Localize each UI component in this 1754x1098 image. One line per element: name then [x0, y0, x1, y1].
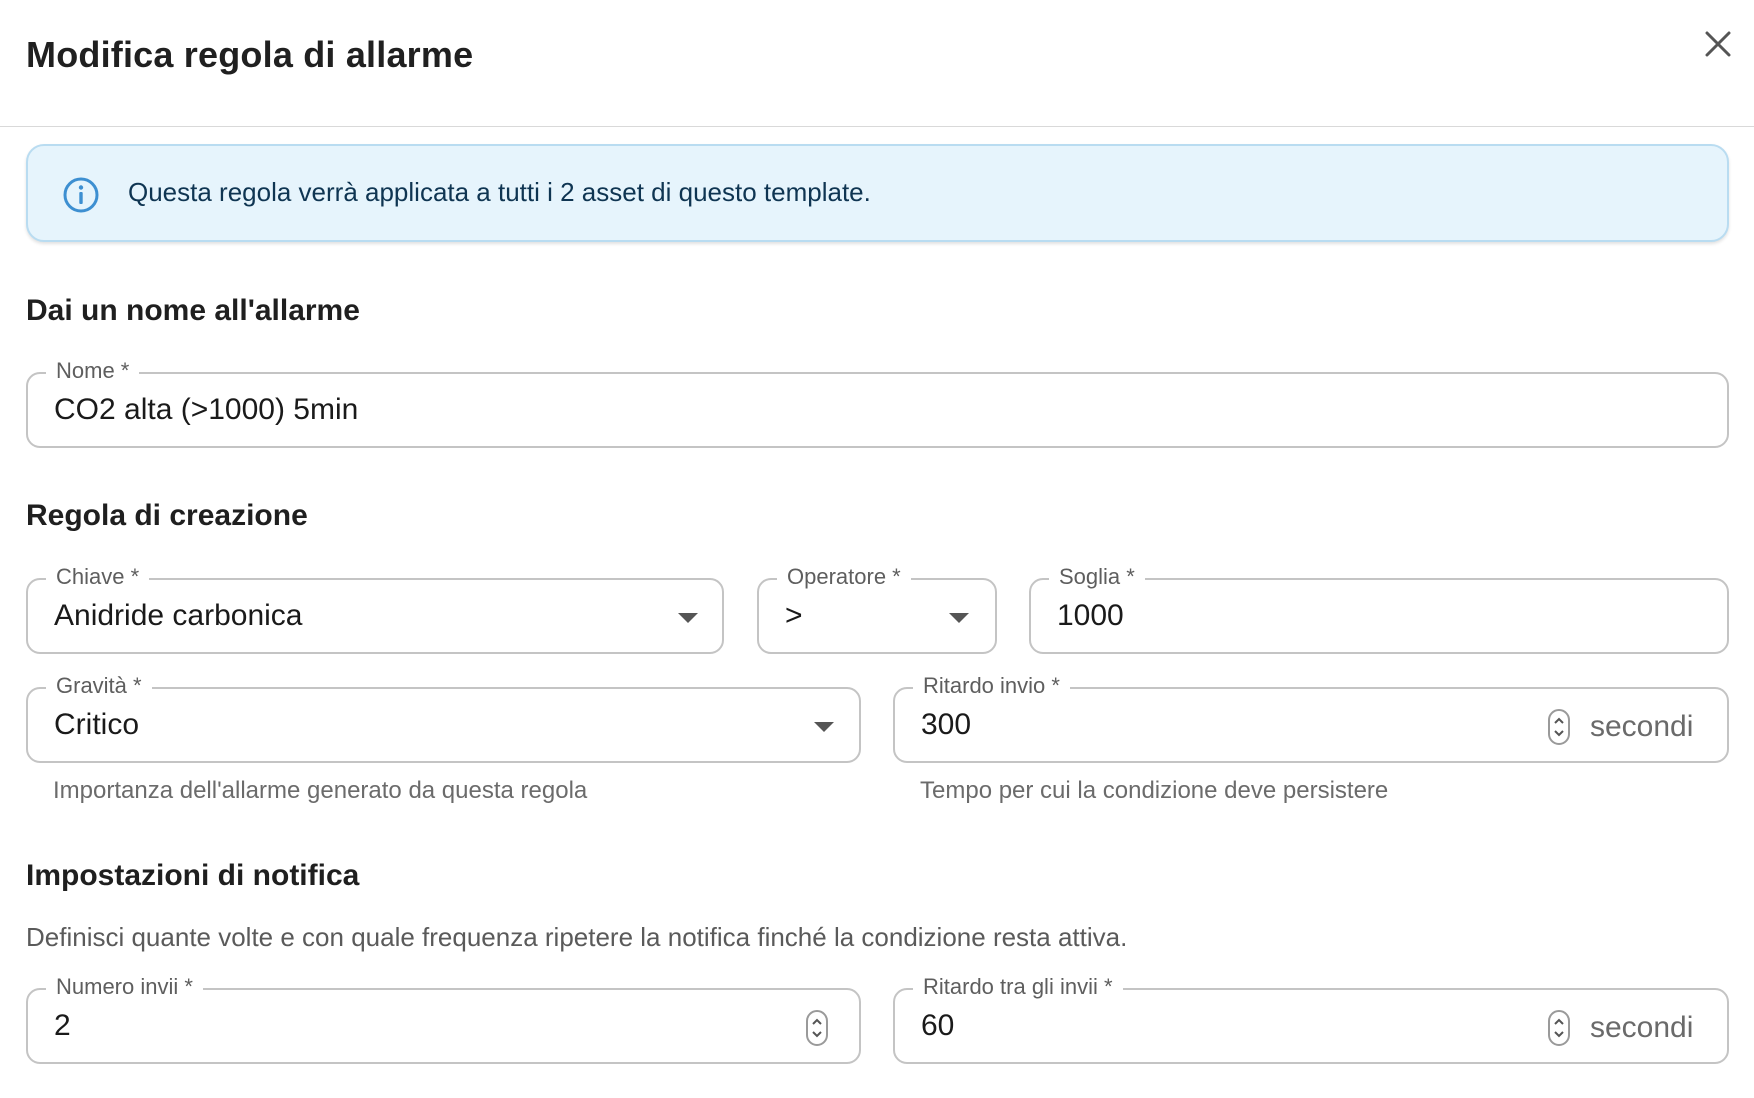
- soglia-input[interactable]: 1000: [1057, 599, 1124, 633]
- ritardo-invio-field[interactable]: Ritardo invio * 300 secondi: [893, 671, 1729, 763]
- soglia-field[interactable]: Soglia * 1000: [1029, 562, 1729, 654]
- gravita-value: Critico: [54, 708, 140, 741]
- chevron-down-icon[interactable]: [678, 613, 698, 623]
- nome-input[interactable]: CO2 alta (>1000) 5min: [54, 393, 358, 427]
- nome-field[interactable]: Nome * CO2 alta (>1000) 5min: [26, 356, 1729, 448]
- operatore-label: Operatore *: [777, 562, 911, 592]
- numero-invii-label: Numero invii *: [46, 972, 203, 1002]
- section-title-name: Dai un nome all'allarme: [26, 294, 360, 327]
- ritardo-invio-label: Ritardo invio *: [913, 671, 1070, 701]
- ritardo-tra-invii-input[interactable]: 60: [921, 1009, 954, 1043]
- soglia-label: Soglia *: [1049, 562, 1145, 592]
- ritardo-tra-invii-field[interactable]: Ritardo tra gli invii * 60 secondi: [893, 972, 1729, 1064]
- operatore-value: >: [785, 599, 803, 632]
- section-title-notify: Impostazioni di notifica: [26, 859, 360, 892]
- operatore-select[interactable]: Operatore * >: [757, 562, 997, 654]
- ritardo-tra-invii-suffix: secondi: [1590, 1011, 1694, 1044]
- stepper-icon[interactable]: [1548, 709, 1570, 745]
- stepper-icon[interactable]: [806, 1010, 828, 1046]
- chevron-down-icon[interactable]: [814, 722, 834, 732]
- dialog-title: Modifica regola di allarme: [26, 34, 474, 75]
- numero-invii-input[interactable]: 2: [54, 1009, 71, 1043]
- ritardo-invio-suffix: secondi: [1590, 710, 1694, 743]
- chiave-value: Anidride carbonica: [54, 599, 303, 632]
- notify-description: Definisci quante volte e con quale frequ…: [26, 922, 1128, 952]
- nome-label: Nome *: [46, 356, 140, 386]
- gravita-label: Gravità *: [46, 671, 152, 701]
- close-button[interactable]: [1698, 24, 1738, 64]
- chevron-down-icon[interactable]: [949, 613, 969, 623]
- gravita-select[interactable]: Gravità * Critico: [26, 671, 861, 763]
- ritardo-invio-helper: Tempo per cui la condizione deve persist…: [920, 777, 1389, 804]
- chiave-label: Chiave *: [46, 562, 150, 592]
- info-icon: [63, 177, 99, 213]
- chiave-select[interactable]: Chiave * Anidride carbonica: [26, 562, 724, 654]
- info-text: Questa regola verrà applicata a tutti i …: [128, 177, 871, 207]
- close-icon: [1705, 31, 1731, 57]
- ritardo-invio-input[interactable]: 300: [921, 708, 971, 742]
- gravita-helper: Importanza dell'allarme generato da ques…: [53, 777, 588, 804]
- info-banner: Questa regola verrà applicata a tutti i …: [26, 144, 1729, 242]
- dialog-header: Modifica regola di allarme: [0, 0, 1754, 127]
- numero-invii-field[interactable]: Numero invii * 2: [26, 972, 861, 1064]
- ritardo-tra-invii-label: Ritardo tra gli invii *: [913, 972, 1123, 1002]
- section-title-rule: Regola di creazione: [26, 499, 308, 532]
- stepper-icon[interactable]: [1548, 1010, 1570, 1046]
